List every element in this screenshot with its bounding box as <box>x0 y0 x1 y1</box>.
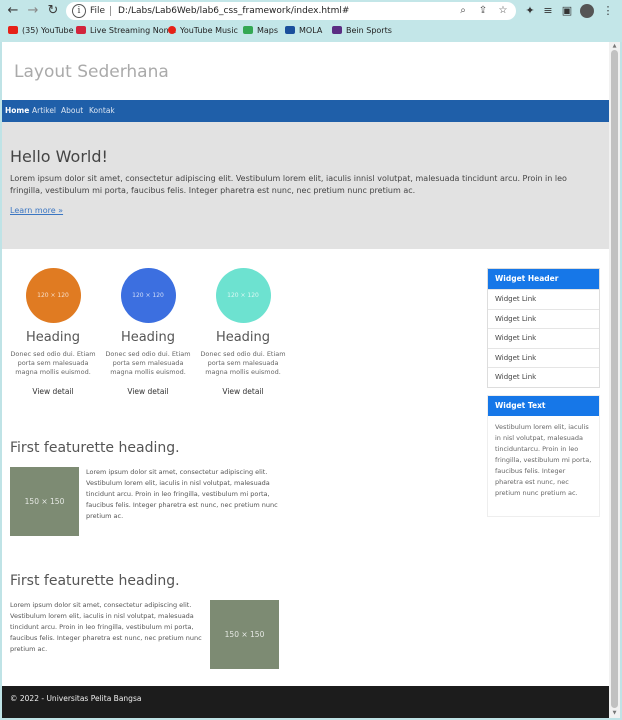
site-header: Layout Sederhana <box>2 42 609 100</box>
column-heading: Heading <box>215 330 271 345</box>
zoom-search-icon[interactable]: ⌕ <box>456 4 470 18</box>
bookmark-label: (35) YouTube <box>22 26 74 35</box>
scroll-up-arrow-icon[interactable]: ▲ <box>611 43 618 49</box>
side-panel-icon[interactable]: ▣ <box>559 3 575 19</box>
scrollbar-thumb[interactable] <box>611 50 618 708</box>
widget-header: Widget Header <box>488 269 599 289</box>
hero-jumbotron: Hello World! Lorem ipsum dolor sit amet,… <box>2 122 609 249</box>
widget-text-header: Widget Text <box>488 396 599 416</box>
bookmark-mola[interactable]: MOLA <box>285 24 322 38</box>
bookmark-live-streaming[interactable]: Live Streaming Non... <box>76 24 176 38</box>
bookmark-maps[interactable]: Maps <box>243 24 278 38</box>
column-heading: Heading <box>120 330 176 345</box>
youtube-music-icon <box>168 26 176 34</box>
widget-link[interactable]: Widget Link <box>488 328 599 348</box>
column-text: Donec sed odio dui. Etiam porta sem male… <box>105 350 191 376</box>
kebab-menu-icon[interactable]: ⋮ <box>600 3 616 19</box>
view-detail-link[interactable]: View detail <box>103 387 193 396</box>
page-viewport: Layout Sederhana Home Artikel About Kont… <box>2 42 609 718</box>
mola-icon <box>285 26 295 34</box>
feature-column: 120 × 120 Heading Donec sed odio dui. Et… <box>198 268 288 396</box>
column-text: Donec sed odio dui. Etiam porta sem male… <box>200 350 286 376</box>
bein-sports-icon <box>332 26 342 34</box>
bookmark-youtube[interactable]: (35) YouTube <box>8 24 74 38</box>
featurette-heading: First featurette heading. <box>10 440 180 456</box>
bookmark-youtube-music[interactable]: YouTube Music <box>168 24 238 38</box>
extensions-puzzle-icon[interactable]: ✦ <box>522 3 538 19</box>
main-navbar: Home Artikel About Kontak <box>2 100 609 122</box>
widget-link[interactable]: Widget Link <box>488 289 599 309</box>
reading-list-icon[interactable]: ≡ <box>540 3 556 19</box>
profile-avatar[interactable] <box>580 4 594 18</box>
view-detail-link[interactable]: View detail <box>198 387 288 396</box>
vertical-scrollbar[interactable]: ▲ ▼ <box>609 42 620 718</box>
share-icon[interactable]: ⇪ <box>476 4 490 18</box>
footer-copyright: © 2022 - Universitas Pelita Bangsa <box>10 694 142 703</box>
file-scheme-label: File <box>90 6 106 16</box>
bookmark-label: Maps <box>257 26 279 35</box>
widget-text-panel: Widget Text Vestibulum lorem elit, iacul… <box>487 395 600 517</box>
back-arrow-icon[interactable]: ← <box>4 2 22 20</box>
column-heading: Heading <box>25 330 81 345</box>
bookmark-label: Bein Sports <box>346 26 392 35</box>
featurette-text: Lorem ipsum dolor sit amet, consectetur … <box>10 601 202 653</box>
featurette-placeholder-image: 150 × 150 <box>10 467 79 536</box>
maps-icon <box>243 26 253 34</box>
scroll-down-arrow-icon[interactable]: ▼ <box>611 710 618 716</box>
bookmark-label: YouTube Music <box>180 26 238 35</box>
live-streaming-icon <box>76 26 86 34</box>
widget-links-panel: Widget Header Widget Link Widget Link Wi… <box>487 268 600 388</box>
nav-link-about[interactable]: About <box>61 100 83 122</box>
site-footer: © 2022 - Universitas Pelita Bangsa <box>2 686 609 718</box>
bookmark-bein-sports[interactable]: Bein Sports <box>332 24 392 38</box>
site-title: Layout Sederhana <box>14 62 169 82</box>
youtube-icon <box>8 26 18 34</box>
reload-icon[interactable]: ↻ <box>44 2 62 20</box>
featurette-heading: First featurette heading. <box>10 573 180 589</box>
bookmark-label: Live Streaming Non... <box>90 26 177 35</box>
browser-chrome: ← → ↻ i File D:/Labs/Lab6Web/lab6_css_fr… <box>0 0 622 42</box>
view-detail-link[interactable]: View detail <box>8 387 98 396</box>
widget-text-body: Vestibulum lorem elit, iaculis in nisl v… <box>495 423 592 497</box>
circle-placeholder-image: 120 × 120 <box>120 268 176 323</box>
learn-more-link[interactable]: Learn more » <box>10 206 63 215</box>
site-info-icon[interactable]: i <box>72 4 86 18</box>
forward-arrow-icon[interactable]: → <box>24 2 42 20</box>
hero-text: Lorem ipsum dolor sit amet, consectetur … <box>10 174 567 195</box>
bookmark-star-icon[interactable]: ☆ <box>496 4 510 18</box>
featurette-text: Lorem ipsum dolor sit amet, consectetur … <box>86 468 278 520</box>
feature-column: 120 × 120 Heading Donec sed odio dui. Et… <box>103 268 193 396</box>
nav-link-home[interactable]: Home <box>5 100 29 122</box>
column-text: Donec sed odio dui. Etiam porta sem male… <box>10 350 96 376</box>
bookmarks-bar: (35) YouTube Live Streaming Non... YouTu… <box>0 22 622 40</box>
circle-placeholder-image: 120 × 120 <box>25 268 81 323</box>
circle-placeholder-image: 120 × 120 <box>215 268 271 323</box>
feature-column: 120 × 120 Heading Donec sed odio dui. Et… <box>8 268 98 396</box>
browser-toolbar: ← → ↻ i File D:/Labs/Lab6Web/lab6_css_fr… <box>0 0 622 22</box>
hero-title: Hello World! <box>10 147 108 166</box>
url-text[interactable]: D:/Labs/Lab6Web/lab6_css_framework/index… <box>118 2 349 20</box>
widget-link[interactable]: Widget Link <box>488 347 599 368</box>
widget-link[interactable]: Widget Link <box>488 367 599 387</box>
address-bar[interactable]: i File D:/Labs/Lab6Web/lab6_css_framewor… <box>66 2 516 20</box>
widget-link[interactable]: Widget Link <box>488 308 599 329</box>
nav-link-kontak[interactable]: Kontak <box>89 100 115 122</box>
omnibox-divider <box>110 6 111 16</box>
featurette-placeholder-image: 150 × 150 <box>210 600 279 669</box>
bookmark-label: MOLA <box>299 26 323 35</box>
nav-link-artikel[interactable]: Artikel <box>32 100 56 122</box>
